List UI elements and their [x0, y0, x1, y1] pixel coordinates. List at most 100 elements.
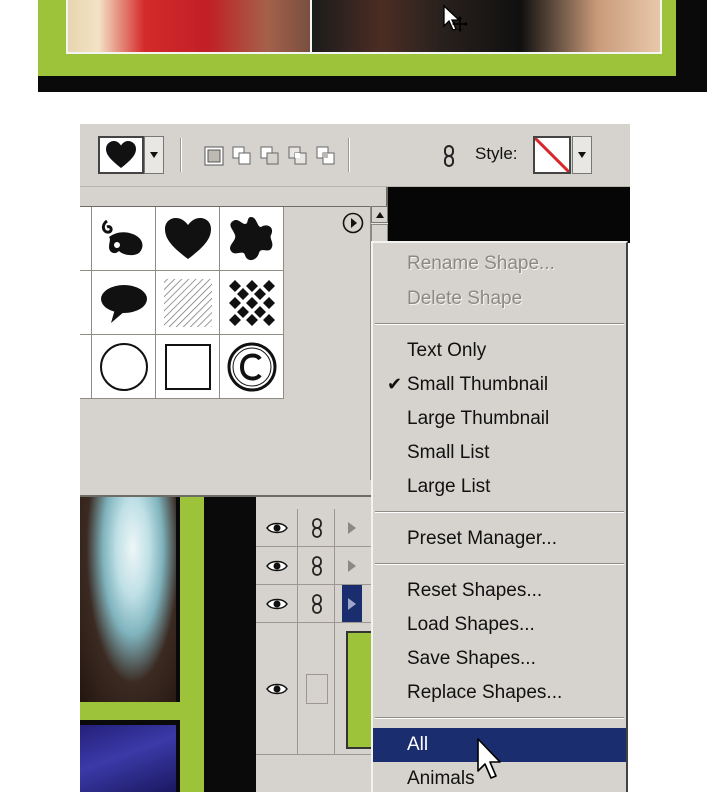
link-chain-icon — [311, 517, 322, 538]
shape-options-bar: Style: — [80, 124, 630, 187]
link-chain-icon[interactable] — [440, 144, 458, 168]
menu-separator — [375, 511, 624, 513]
splat-shape-icon — [229, 216, 272, 260]
exclude-shape-areas-icon[interactable] — [316, 146, 336, 166]
heart-icon — [106, 141, 136, 168]
menu-item-small-thumbnail-row[interactable]: ✔ Small Thumbnail — [373, 368, 626, 402]
photo-thumbnail-hair — [80, 497, 176, 702]
link-chain-icon — [311, 593, 322, 614]
menu-item-small-thumbnail[interactable]: Small Thumbnail — [373, 368, 626, 402]
add-shape-area-icon[interactable] — [232, 146, 252, 166]
green-frame — [80, 702, 180, 720]
move-cursor-icon — [443, 4, 468, 32]
scroll-up-button[interactable] — [371, 206, 388, 223]
menu-item-delete-shape[interactable]: Delete Shape — [373, 282, 626, 316]
layer-row-selected[interactable] — [256, 585, 378, 623]
menu-item-text-only[interactable]: Text Only — [373, 334, 626, 368]
layer-link-toggle[interactable] — [299, 547, 335, 584]
menu-item-small-list[interactable]: Small List — [373, 436, 626, 470]
intersect-shape-areas-icon[interactable] — [288, 146, 308, 166]
shape-cell-circle-frame[interactable] — [92, 335, 156, 399]
layer-link-toggle[interactable] — [299, 623, 335, 754]
subtract-shape-area-icon[interactable] — [260, 146, 280, 166]
layer-expand-toggle[interactable] — [342, 547, 362, 584]
menu-item-rename-shape[interactable]: Rename Shape... — [373, 247, 626, 281]
triangle-right-icon — [348, 521, 356, 534]
photo-thumbnail-blue — [80, 725, 176, 792]
empty-link-slot — [305, 673, 328, 704]
toolbar-separator — [348, 138, 350, 172]
menu-item-reset-shapes[interactable]: Reset Shapes... — [373, 574, 626, 608]
shape-cell-square-frame[interactable] — [156, 335, 220, 399]
triangle-right-icon — [348, 597, 356, 610]
layer-row[interactable] — [256, 623, 378, 755]
swirl-leaf-icon — [101, 219, 142, 255]
shape-preset-picker[interactable] — [98, 136, 144, 174]
photo-thumbnail-right — [310, 0, 662, 54]
picker-menu-arrow-icon[interactable] — [342, 212, 364, 234]
no-style-icon — [535, 138, 569, 172]
hatched-square-icon — [163, 278, 212, 327]
top-image-strip — [38, 0, 707, 92]
style-label: Style: — [475, 144, 518, 163]
canvas-dark-area — [388, 187, 630, 243]
new-shape-layer-mode-icon[interactable] — [204, 146, 224, 166]
shape-cell-partial[interactable] — [80, 335, 92, 399]
eye-icon — [265, 560, 288, 571]
arrow-cursor-icon — [477, 738, 501, 779]
menu-separator — [375, 563, 624, 565]
menu-item-load-shapes[interactable]: Load Shapes... — [373, 608, 626, 642]
layer-visibility-toggle[interactable] — [256, 585, 298, 622]
layer-link-toggle[interactable] — [299, 509, 335, 546]
green-frame — [180, 497, 204, 792]
shape-cell-swirl-leaf[interactable] — [92, 207, 156, 271]
menu-separator — [375, 323, 624, 325]
shape-preset-dropdown-button[interactable] — [144, 136, 164, 174]
layer-visibility-toggle[interactable] — [256, 623, 298, 754]
square-frame-icon — [164, 343, 211, 390]
shape-cell-hatched-square[interactable] — [156, 271, 220, 335]
shape-cell-partial[interactable] — [80, 207, 92, 271]
layers-panel — [256, 497, 378, 792]
link-chain-icon — [311, 555, 322, 576]
circle-frame-icon — [99, 342, 148, 391]
speech-bubble-icon — [100, 284, 147, 323]
shape-cell-splat[interactable] — [220, 207, 284, 271]
menu-item-large-thumbnail[interactable]: Large Thumbnail — [373, 402, 626, 436]
shape-cell-speech-bubble[interactable] — [92, 271, 156, 335]
toolbar-separator — [180, 138, 182, 172]
layer-link-toggle[interactable] — [299, 585, 335, 622]
layer-visibility-toggle[interactable] — [256, 547, 298, 584]
layer-row[interactable] — [256, 509, 378, 547]
chevron-down-icon — [150, 152, 158, 158]
menu-separator — [375, 717, 624, 719]
photo-thumbnail-left — [66, 0, 325, 54]
layer-visibility-toggle[interactable] — [256, 509, 298, 546]
copyright-icon — [227, 342, 276, 391]
layer-row[interactable] — [256, 547, 378, 585]
shape-cell-partial[interactable] — [80, 271, 92, 335]
eye-icon — [265, 683, 288, 694]
menu-item-preset-manager[interactable]: Preset Manager... — [373, 522, 626, 556]
chevron-down-icon — [578, 152, 586, 158]
shape-cell-checker-diamond[interactable] — [220, 271, 284, 335]
menu-item-replace-shapes[interactable]: Replace Shapes... — [373, 676, 626, 710]
style-preset-dropdown-button[interactable] — [572, 136, 592, 174]
grid-empty-area — [80, 399, 370, 481]
eye-icon — [265, 522, 288, 533]
heart-shape-icon — [164, 217, 211, 259]
shape-picker-context-menu: Rename Shape... Delete Shape Text Only ✔… — [371, 241, 628, 792]
menu-item-save-shapes[interactable]: Save Shapes... — [373, 642, 626, 676]
grid-empty-area — [284, 207, 370, 399]
checker-diamond-icon — [228, 279, 275, 326]
layer-expand-toggle[interactable] — [342, 585, 362, 622]
menu-item-large-list[interactable]: Large List — [373, 470, 626, 504]
chevron-up-icon — [375, 211, 384, 218]
layer-expand-toggle[interactable] — [342, 509, 362, 546]
document-canvas-lower — [80, 497, 256, 792]
eye-icon — [265, 598, 288, 609]
shape-cell-heart[interactable] — [156, 207, 220, 271]
shape-cell-copyright[interactable] — [220, 335, 284, 399]
style-preset-swatch[interactable] — [533, 136, 571, 174]
shape-thumbnail-grid — [80, 206, 370, 481]
